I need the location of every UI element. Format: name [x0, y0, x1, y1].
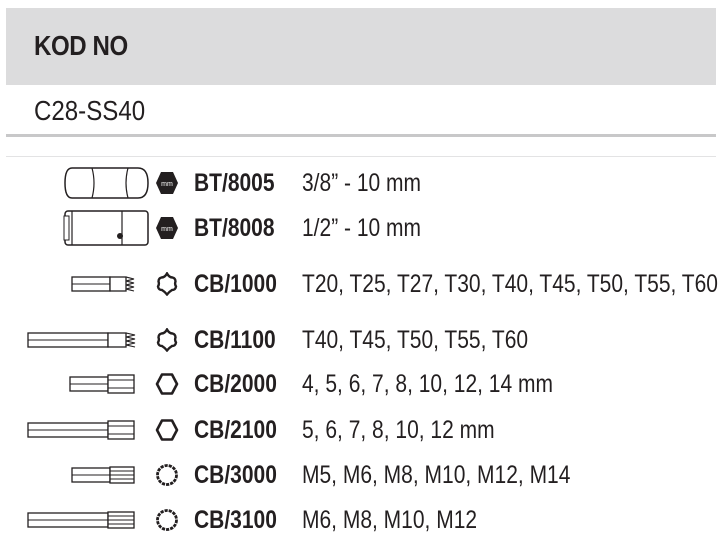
product-sizes: 4, 5, 6, 7, 8, 10, 12, 14 mm	[302, 370, 553, 398]
product-code: CB/1100	[194, 326, 276, 354]
product-code: CB/3100	[194, 506, 277, 534]
hex-icon	[155, 373, 179, 395]
spline-bit-long-icon	[27, 511, 135, 529]
table-row: mm BT/8005 3/8” - 10 mm	[0, 164, 723, 204]
product-code: CB/2000	[194, 370, 277, 398]
kit-code: C28-SS40	[34, 95, 146, 126]
spline-icon	[156, 509, 178, 531]
product-code: CB/3000	[194, 461, 277, 489]
table-row: CB/1100 T40, T45, T50, T55, T60	[0, 320, 723, 360]
hex-socket-mm-icon: mm	[156, 172, 178, 194]
socket-large-icon	[63, 210, 149, 246]
product-sizes: T20, T25, T27, T30, T40, T45, T50, T55, …	[302, 270, 718, 298]
product-code: CB/2100	[194, 416, 277, 444]
spline-bit-short-icon	[71, 466, 135, 484]
hex-bit-long-icon	[27, 420, 135, 440]
socket-small-icon	[64, 167, 149, 199]
divider	[6, 156, 716, 157]
product-sizes: 3/8” - 10 mm	[302, 169, 422, 197]
product-code: CB/1000	[194, 270, 277, 298]
divider	[6, 134, 716, 137]
table-row: CB/3000 M5, M6, M8, M10, M12, M14	[0, 455, 723, 495]
mm-badge: mm	[161, 226, 173, 233]
mm-badge: mm	[161, 181, 173, 188]
product-code: BT/8005	[194, 169, 275, 197]
torx-bit-long-icon	[27, 332, 136, 348]
torx-icon	[156, 272, 178, 296]
table-row: mm BT/8008 1/2” - 10 mm	[0, 208, 723, 248]
product-sizes: T40, T45, T50, T55, T60	[302, 326, 529, 354]
header-title: KOD NO	[34, 30, 128, 61]
product-sizes: M6, M8, M10, M12	[302, 506, 478, 534]
spline-icon	[156, 464, 178, 486]
hex-icon	[155, 419, 179, 441]
table-row: CB/1000 T20, T25, T27, T30, T40, T45, T5…	[0, 264, 723, 304]
hex-socket-mm-icon: mm	[156, 217, 178, 239]
hex-bit-short-icon	[69, 374, 135, 394]
table-row: CB/3100 M6, M8, M10, M12	[0, 500, 723, 540]
torx-icon	[156, 328, 178, 352]
product-code: BT/8008	[194, 214, 275, 242]
table-row: CB/2100 5, 6, 7, 8, 10, 12 mm	[0, 410, 723, 450]
table-row: CB/2000 4, 5, 6, 7, 8, 10, 12, 14 mm	[0, 364, 723, 404]
product-sizes: 1/2” - 10 mm	[302, 214, 422, 242]
product-sizes: M5, M6, M8, M10, M12, M14	[302, 461, 571, 489]
product-sizes: 5, 6, 7, 8, 10, 12 mm	[302, 416, 495, 444]
torx-bit-short-icon	[71, 276, 135, 292]
